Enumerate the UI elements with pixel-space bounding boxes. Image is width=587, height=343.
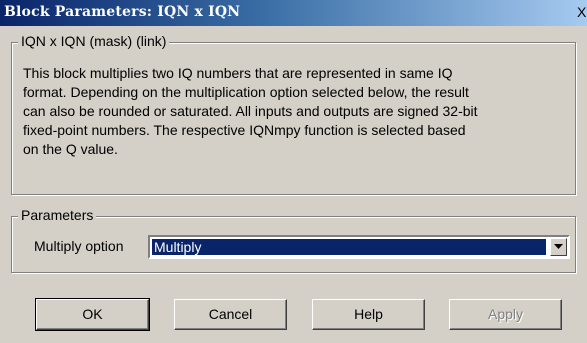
help-button-label: Help	[354, 306, 383, 322]
description-line: can also be rounded or saturated. All in…	[23, 103, 478, 119]
multiply-option-select[interactable]: Multiply	[148, 235, 570, 259]
description-line: on the Q value.	[23, 141, 118, 157]
combo-dropdown-button[interactable]	[550, 238, 567, 256]
triangle-down-icon	[554, 244, 563, 249]
mask-groupbox: IQN x IQN (mask) (link) This block multi…	[11, 33, 576, 195]
description-line: format. Depending on the multiplication …	[23, 84, 469, 100]
apply-button[interactable]: Apply	[449, 299, 562, 330]
multiply-option-value: Multiply	[151, 238, 547, 256]
close-icon[interactable]: X	[577, 2, 587, 22]
description-line: fixed-point numbers. The respective IQNm…	[23, 122, 466, 138]
description-line: This block multiplies two IQ numbers tha…	[23, 65, 453, 81]
multiply-option-label: Multiply option	[34, 238, 124, 254]
cancel-button[interactable]: Cancel	[174, 299, 287, 330]
mask-group-legend: IQN x IQN (mask) (link)	[18, 33, 170, 49]
window-title: Block Parameters: IQN x IQN	[4, 4, 241, 20]
ok-button[interactable]: OK	[35, 298, 150, 331]
title-bar[interactable]: Block Parameters: IQN x IQN X	[0, 0, 587, 26]
cancel-button-label: Cancel	[208, 306, 253, 322]
apply-button-label: Apply	[487, 306, 524, 322]
block-description: This block multiplies two IQ numbers tha…	[23, 64, 573, 159]
parameters-group-legend: Parameters	[18, 207, 97, 223]
ok-button-label: OK	[82, 306, 103, 322]
help-button[interactable]: Help	[312, 299, 425, 330]
